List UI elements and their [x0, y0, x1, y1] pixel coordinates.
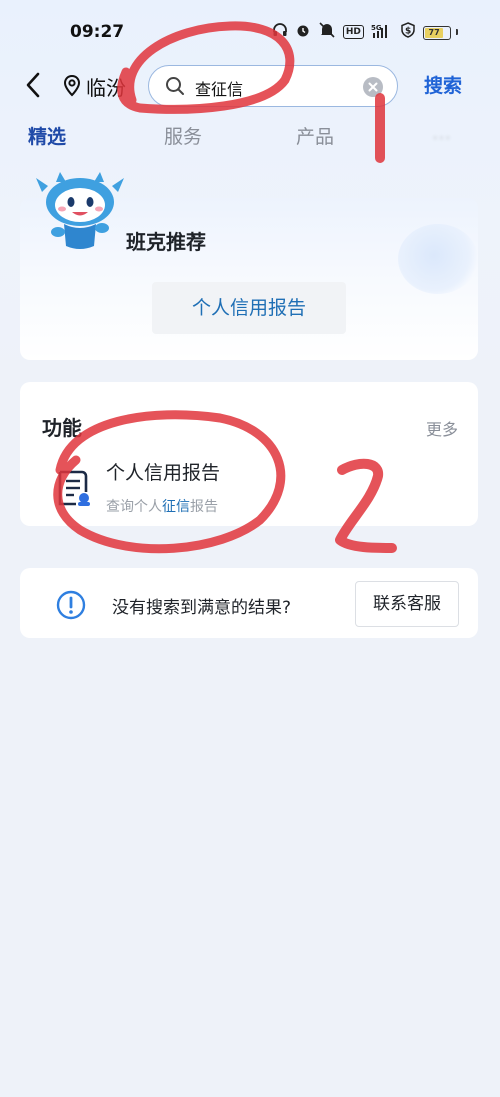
no-result-text: 没有搜索到满意的结果?	[112, 598, 292, 618]
search-button[interactable]: 搜索	[424, 71, 462, 98]
more-link[interactable]: 更多	[426, 416, 458, 440]
tab-services[interactable]: 服务	[164, 122, 202, 149]
search-header: 临汾 查征信 搜索	[0, 60, 500, 110]
feedback-card: 没有搜索到满意的结果? 联系客服	[20, 568, 478, 638]
location-pin-icon[interactable]	[62, 74, 82, 98]
status-icons: HD 5G $ 77	[272, 22, 458, 42]
functions-card: 功能 更多 个人信用报告 查询个人征信报告	[20, 382, 478, 526]
mute-icon	[318, 22, 336, 42]
tab-bar: 精选 服务 产品 …	[0, 118, 500, 150]
battery-level: 77	[424, 28, 444, 38]
battery-icon: 77	[422, 24, 458, 40]
status-time: 09:27	[70, 22, 125, 42]
decorative-bubble	[398, 224, 478, 294]
shield-dollar-icon: $	[400, 22, 416, 42]
info-icon	[56, 590, 86, 620]
highlight-keyword: 征信	[162, 499, 190, 515]
functions-title: 功能	[42, 416, 82, 440]
headphones-icon	[272, 22, 288, 42]
chevron-left-icon	[26, 72, 40, 98]
search-query: 查征信	[195, 80, 244, 99]
tab-more[interactable]: …	[432, 122, 451, 144]
search-input[interactable]: 查征信	[148, 65, 398, 107]
svg-text:$: $	[405, 27, 411, 37]
recommend-item-chip[interactable]: 个人信用报告	[152, 282, 346, 334]
clear-icon[interactable]	[363, 77, 383, 97]
back-button[interactable]	[22, 70, 44, 100]
tab-featured[interactable]: 精选	[28, 122, 66, 149]
alarm-icon	[295, 22, 311, 42]
search-icon	[166, 77, 184, 95]
contact-service-button[interactable]: 联系客服	[355, 581, 459, 627]
tab-products[interactable]: 产品	[296, 122, 334, 149]
hd-icon: HD	[342, 25, 364, 39]
function-item-desc: 查询个人征信报告	[106, 499, 218, 515]
function-item-name[interactable]: 个人信用报告	[106, 458, 220, 485]
mascot-icon	[36, 172, 124, 249]
svg-text:5G: 5G	[371, 24, 382, 32]
annotation-label-2: 2	[350, 539, 351, 541]
status-bar: 09:27 HD 5G $ 77	[0, 0, 500, 64]
recommend-title: 班克推荐	[126, 230, 206, 254]
document-icon	[58, 470, 90, 506]
location-label[interactable]: 临汾	[86, 72, 134, 101]
5g-signal-icon: 5G	[371, 23, 393, 42]
